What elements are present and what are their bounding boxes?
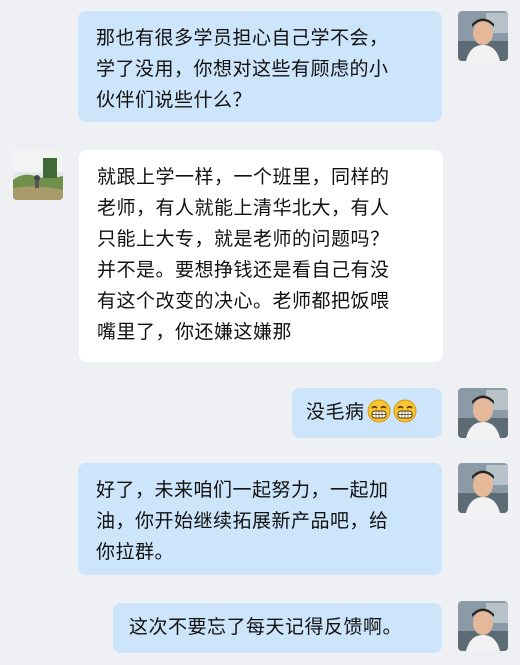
self-avatar[interactable] xyxy=(458,11,508,61)
message-text: 没毛病 xyxy=(306,401,365,423)
contact-avatar[interactable] xyxy=(13,150,63,200)
self-avatar[interactable] xyxy=(458,601,508,651)
message-line: 老师，有人就能上清华北大，有人 xyxy=(97,197,390,219)
message-line: 就跟上学一样，一个班里，同样的 xyxy=(97,166,390,188)
message-line: 嘴里了，你还嫌这嫌那 xyxy=(97,321,293,343)
message-bubble[interactable]: 这次不要忘了每天记得反馈啊。 xyxy=(113,603,442,653)
message-line-wrap: 没毛病 xyxy=(306,397,428,428)
message-bubble[interactable]: 没毛病 xyxy=(292,388,442,438)
message-line: 学了没用，你想对这些有顾虑的小 xyxy=(96,58,389,80)
grin-emoji-icon xyxy=(393,399,417,423)
message-bubble[interactable]: 那也有很多学员担心自己学不会， 学了没用，你想对这些有顾虑的小 伙伴们说些什么？ xyxy=(78,11,442,122)
message-bubble[interactable]: 好了，未来咱们一起努力，一起加 油，你开始继续拓展新产品吧，给 你拉群。 xyxy=(78,463,442,575)
message-line: 好了，未来咱们一起努力，一起加 xyxy=(96,479,389,501)
message-line: 只能上大专，就是老师的问题吗？ xyxy=(97,228,390,250)
message-line: 油，你开始继续拓展新产品吧，给 xyxy=(96,510,389,532)
self-avatar[interactable] xyxy=(458,463,508,513)
message-bubble[interactable]: 就跟上学一样，一个班里，同样的 老师，有人就能上清华北大，有人 只能上大专，就是… xyxy=(79,150,443,362)
message-line: 那也有很多学员担心自己学不会， xyxy=(96,27,389,49)
message-line: 这次不要忘了每天记得反馈啊。 xyxy=(129,616,403,638)
message-line: 有这个改变的决心。老师都把饭喂 xyxy=(97,290,390,312)
message-line: 伙伴们说些什么？ xyxy=(96,89,253,111)
message-line: 并不是。要想挣钱还是看自己有没 xyxy=(97,259,390,281)
self-avatar[interactable] xyxy=(458,388,508,438)
grin-emoji-icon xyxy=(367,399,391,423)
message-line: 你拉群。 xyxy=(96,541,175,563)
